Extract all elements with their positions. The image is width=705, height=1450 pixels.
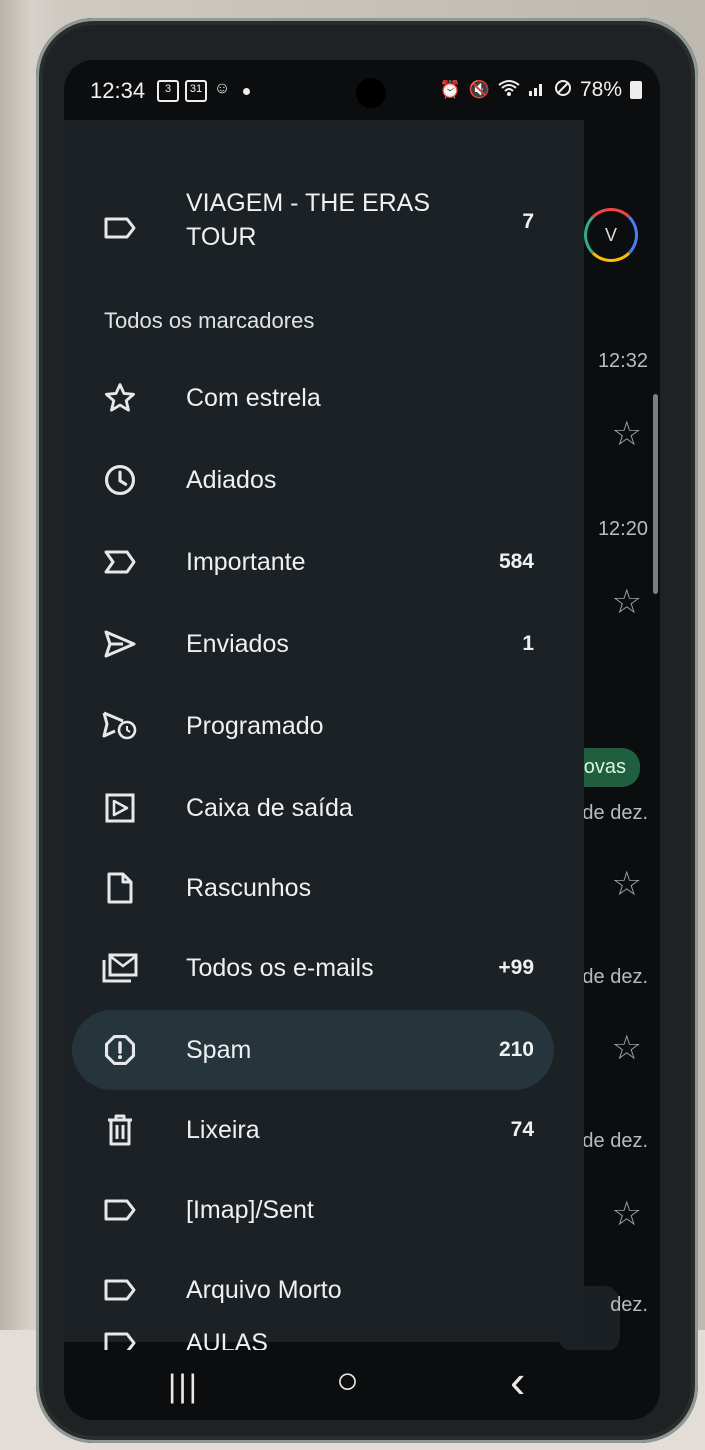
mail-time: 12:20: [597, 518, 648, 540]
calendar-icon: 31: [185, 80, 207, 102]
trash-icon: [98, 1108, 142, 1152]
spam-icon: [98, 1028, 142, 1072]
drawer-item-com-estrela[interactable]: Com estrela: [72, 358, 554, 438]
draft-icon: [98, 866, 142, 910]
recents-button[interactable]: |||: [168, 1368, 199, 1405]
drawer-item-count: +99: [498, 956, 534, 979]
battery-icon: [630, 81, 642, 99]
all-mail-icon: [98, 946, 142, 990]
wifi-icon: [498, 79, 520, 102]
back-button[interactable]: ‹: [510, 1354, 525, 1408]
drawer-item-importante[interactable]: Importante 584: [72, 522, 554, 602]
drawer-item-count: 1: [522, 632, 534, 655]
mail-date: de dez.: [582, 802, 648, 824]
label-icon: [98, 206, 142, 250]
star-icon[interactable]: ☆: [612, 582, 642, 622]
system-navigation-bar: ||| ○ ‹: [64, 1350, 660, 1420]
star-icon[interactable]: ☆: [612, 1194, 642, 1234]
alarm-icon: ⏰: [439, 80, 461, 99]
home-button[interactable]: ○: [336, 1360, 359, 1403]
drawer-item-label: Todos os e-mails: [186, 953, 374, 982]
drawer-item-lixeira[interactable]: Lixeira 74: [72, 1090, 554, 1170]
drawer-item-count: 7: [522, 210, 534, 233]
battery-percent: 78%: [579, 78, 622, 101]
scrollbar[interactable]: [653, 394, 658, 594]
drawer-item-spam[interactable]: Spam 210: [72, 1010, 554, 1090]
signal-icon: [528, 79, 546, 102]
drawer-item-todos-os-emails[interactable]: Todos os e-mails +99: [72, 928, 554, 1008]
drawer-item-label: Caixa de saída: [186, 793, 353, 822]
clock-icon: [98, 458, 142, 502]
front-camera: [356, 78, 386, 108]
drawer-item-label: [Imap]/Sent: [186, 1195, 314, 1224]
important-icon: [98, 540, 142, 584]
label-icon: [98, 1188, 142, 1232]
drawer-item-label: Rascunhos: [186, 873, 312, 902]
account-avatar[interactable]: V: [584, 208, 638, 262]
assistant-icon: ☺: [213, 80, 231, 97]
more-notifications-dot: [243, 87, 250, 95]
navigation-drawer: VIAGEM - THE ERAS TOUR 7 Todos os marcad…: [64, 120, 584, 1357]
mail-date: de dez.: [582, 966, 648, 988]
drawer-item-label: Importante: [186, 547, 306, 576]
phone-screen: 12:34 3 31 ☺ ⏰ 🔇 78% V 12:32 ☆ 12:20 ☆ n…: [64, 60, 660, 1420]
star-icon[interactable]: ☆: [612, 1028, 642, 1068]
drawer-item-count: 210: [498, 1038, 534, 1061]
section-title: Todos os marcadores: [104, 308, 315, 333]
drawer-item-label: Spam: [186, 1035, 252, 1064]
label-icon: [98, 1268, 142, 1312]
star-icon[interactable]: ☆: [612, 864, 642, 904]
drawer-item-arquivo-morto[interactable]: Arquivo Morto: [72, 1250, 554, 1330]
drawer-item-count: 74: [510, 1118, 534, 1141]
drawer-item-label: Lixeira: [186, 1115, 260, 1144]
no-disturb-icon: [554, 79, 572, 102]
drawer-item-viagem[interactable]: VIAGEM - THE ERAS TOUR 7: [72, 182, 554, 282]
notification-icons: 3 31 ☺: [157, 80, 250, 102]
status-right: ⏰ 🔇 78%: [440, 78, 642, 102]
scheduled-send-icon: [98, 704, 142, 748]
drawer-item-enviados[interactable]: Enviados 1: [72, 604, 554, 684]
mute-icon: 🔇: [468, 80, 490, 99]
mail-date: dez.: [610, 1294, 648, 1316]
drawer-item-rascunhos[interactable]: Rascunhos: [72, 848, 554, 928]
send-icon: [98, 622, 142, 666]
drawer-item-label: Enviados: [186, 629, 289, 658]
star-icon: [98, 376, 142, 420]
notification-icon: 3: [157, 80, 179, 102]
drawer-item-programado[interactable]: Programado: [72, 686, 554, 766]
star-icon[interactable]: ☆: [612, 414, 642, 454]
drawer-item-label: Programado: [186, 711, 324, 740]
status-bar: 12:34 3 31 ☺ ⏰ 🔇 78%: [64, 60, 660, 124]
status-time: 12:34: [90, 78, 146, 103]
drawer-item-caixa-de-saida[interactable]: Caixa de saída: [72, 768, 554, 848]
drawer-item-adiados[interactable]: Adiados: [72, 440, 554, 520]
outbox-icon: [98, 786, 142, 830]
drawer-item-label: Adiados: [186, 465, 277, 494]
mail-time: 12:32: [597, 350, 648, 372]
mail-date: de dez.: [582, 1130, 648, 1152]
drawer-item-label: VIAGEM - THE ERAS TOUR: [186, 189, 431, 251]
drawer-item-count: 584: [498, 550, 534, 573]
drawer-item-imap-sent[interactable]: [Imap]/Sent: [72, 1170, 554, 1250]
drawer-item-label: Arquivo Morto: [186, 1275, 342, 1304]
drawer-item-label: Com estrela: [186, 383, 321, 412]
